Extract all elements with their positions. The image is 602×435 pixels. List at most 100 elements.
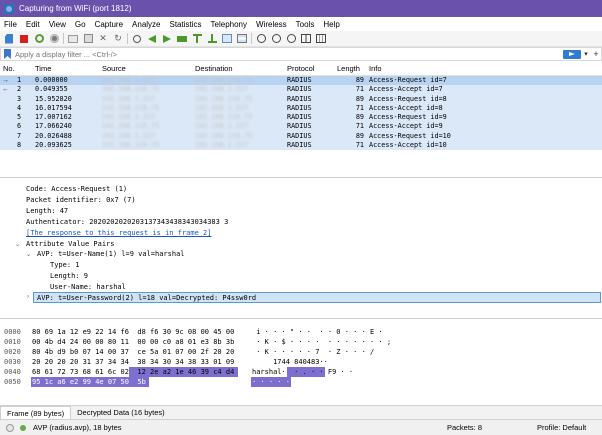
detail-authenticator[interactable]: Authenticator: 2020202020203137343438343…	[26, 217, 228, 227]
status-profile[interactable]: Profile: Default	[537, 420, 586, 435]
tab-frame[interactable]: Frame (89 bytes)	[0, 406, 72, 419]
packet-row[interactable]: 4 16.017594 192.168.110.75 192.168.1.227 RAD…	[0, 103, 602, 114]
cell-protocol: RADIUS	[287, 113, 312, 122]
cell-length: 71	[355, 85, 364, 94]
apply-filter-icon[interactable]	[563, 49, 582, 59]
chevron-down-icon[interactable]: ⌄	[15, 241, 20, 248]
detail-length[interactable]: Length: 47	[26, 206, 68, 216]
normal-size-icon[interactable]	[285, 33, 297, 44]
menu-tools[interactable]: Tools	[296, 20, 315, 29]
detail-packet-identifier[interactable]: Packet identifier: 0x7 (7)	[26, 195, 136, 205]
colorize-icon[interactable]	[236, 33, 248, 44]
last-packet-icon[interactable]	[206, 33, 218, 44]
byte-offset: 0050	[4, 378, 21, 386]
chevron-down-icon[interactable]: ▾	[581, 50, 591, 58]
cell-info: Access-Accept id=9	[369, 122, 443, 131]
status-packets: Packets: 8	[447, 423, 483, 432]
packet-row[interactable]: 3 15.952820 192.168.1.227 192.168.110.75 RAD…	[0, 94, 602, 104]
cell-length: 89	[355, 131, 364, 140]
packet-row[interactable]: 5 17.007162 192.168.1.227 192.168.110.75 RAD…	[0, 113, 602, 123]
byte-ascii[interactable]: i · · · " · · · · 0 · · · E ·	[252, 327, 382, 337]
detail-avp-password[interactable]: AVP: t=User-Password(2) l=18 val=Decrypt…	[37, 293, 256, 303]
detail-code[interactable]: Code: Access-Request (1)	[26, 184, 127, 194]
go-forward-icon[interactable]	[161, 33, 173, 44]
cell-time: 17.066240	[35, 122, 72, 131]
packet-row[interactable]: → 1 0.000000 192.168.1.227 192.168.110.75 RAD…	[0, 76, 602, 86]
detail-username[interactable]: User-Name: harshal	[50, 282, 126, 292]
byte-hex[interactable]: 80 4b d9 b0 07 14 00 37 ce 5a 01 07 00 2…	[32, 347, 234, 357]
menu-file[interactable]: File	[4, 20, 17, 29]
chevron-right-icon[interactable]: ›	[27, 294, 29, 300]
cell-source: 192.168.110.75	[102, 141, 160, 150]
cell-no: 4	[17, 103, 22, 112]
byte-ascii[interactable]: · · · · · N · P [	[252, 377, 328, 387]
column-header-source[interactable]: Source	[102, 62, 126, 76]
expert-info-icon[interactable]	[6, 424, 14, 432]
column-header-length[interactable]: Length	[337, 62, 360, 76]
resize-columns-icon[interactable]	[300, 33, 312, 44]
chevron-down-icon[interactable]: ⌄	[26, 251, 31, 258]
cell-no: 3	[17, 94, 22, 103]
menu-wireless[interactable]: Wireless	[256, 20, 287, 29]
menu-statistics[interactable]: Statistics	[170, 20, 202, 29]
column-header-destination[interactable]: Destination	[195, 62, 233, 76]
detail-avp-header[interactable]: Attribute Value Pairs	[26, 239, 115, 249]
close-file-icon[interactable]: ✕	[97, 33, 109, 44]
cell-time: 0.049355	[35, 85, 68, 94]
column-header-protocol[interactable]: Protocol	[287, 62, 315, 76]
start-capture-icon[interactable]	[3, 33, 15, 44]
byte-ascii[interactable]: 1744 840483··	[252, 357, 328, 367]
find-packet-icon[interactable]	[131, 33, 143, 44]
packet-row[interactable]: 7 20.026488 192.168.1.227 192.168.110.75 RAD…	[0, 131, 602, 142]
byte-hex[interactable]: 20 20 20 20 31 37 34 34 38 34 30 34 38 3…	[32, 357, 234, 367]
first-packet-icon[interactable]	[191, 33, 203, 44]
tab-decrypted-data[interactable]: Decrypted Data (16 bytes)	[71, 406, 171, 419]
capture-status-icon[interactable]	[20, 425, 26, 431]
detail-avp-length[interactable]: Length: 9	[50, 271, 88, 281]
byte-hex[interactable]: 95 1c a6 e2 99 4e 07 50 5b	[32, 377, 146, 387]
menu-view[interactable]: View	[49, 20, 66, 29]
column-header-info[interactable]: Info	[369, 62, 382, 76]
zoom-in-icon[interactable]	[255, 33, 267, 44]
packet-row[interactable]: 8 20.093625 192.168.110.75 192.168.1.227 RAD…	[0, 141, 602, 151]
restart-capture-icon[interactable]	[33, 33, 45, 44]
auto-scroll-icon[interactable]	[221, 33, 233, 44]
menu-analyze[interactable]: Analyze	[132, 20, 160, 29]
byte-ascii[interactable]: harshal· · . · · F9 · ·	[252, 367, 353, 377]
menu-help[interactable]: Help	[323, 20, 339, 29]
menu-edit[interactable]: Edit	[26, 20, 40, 29]
column-header-no[interactable]: No.	[3, 62, 15, 76]
packet-row[interactable]: ← 2 0.049355 192.168.110.75 192.168.1.227 RAD…	[0, 85, 602, 95]
menu-telephony[interactable]: Telephony	[211, 20, 247, 29]
bookmark-icon[interactable]	[4, 49, 11, 59]
detail-avp-type[interactable]: Type: 1	[50, 260, 80, 270]
byte-ascii[interactable]: · K · · · · · 7 · Z · · · /	[252, 347, 378, 357]
packet-row[interactable]: 6 17.066240 192.168.110.75 192.168.1.227 RAD…	[0, 122, 602, 132]
selected-detail-row[interactable]: AVP: t=User-Password(2) l=18 val=Decrypt…	[33, 292, 601, 303]
column-grid-icon[interactable]	[315, 33, 327, 44]
display-filter-input[interactable]	[14, 48, 562, 60]
menu-capture[interactable]: Capture	[95, 20, 123, 29]
column-header-time[interactable]: Time	[35, 62, 51, 76]
response-frame-link[interactable]: [The response to this request is in fram…	[26, 228, 211, 238]
byte-ascii[interactable]: · K · $ · · · · · · · · · · · ;	[252, 337, 391, 347]
cell-destination: 192.168.110.75	[195, 94, 253, 103]
cell-info: Access-Accept id=8	[369, 103, 443, 112]
menu-go[interactable]: Go	[75, 20, 86, 29]
stop-capture-icon[interactable]	[18, 33, 30, 44]
reload-file-icon[interactable]: ↻	[112, 33, 124, 44]
cell-protocol: RADIUS	[287, 141, 312, 150]
add-filter-button-icon[interactable]: +	[591, 49, 601, 59]
go-back-icon[interactable]	[146, 33, 158, 44]
byte-hex[interactable]: 68 61 72 73 68 61 6c 02 12 2e a2 1e 46 3…	[32, 367, 234, 377]
open-file-icon[interactable]	[67, 33, 79, 44]
go-to-packet-icon[interactable]	[176, 33, 188, 44]
detail-avp-username[interactable]: AVP: t=User-Name(1) l=9 val=harshal	[37, 249, 185, 259]
byte-hex[interactable]: 00 4b d4 24 00 00 80 11 00 00 c0 a8 01 e…	[32, 337, 234, 347]
zoom-out-icon[interactable]	[270, 33, 282, 44]
cell-time: 16.017594	[35, 103, 72, 112]
byte-hex[interactable]: 80 69 1a 12 e9 22 14 f6 d8 f6 30 9c 08 0…	[32, 327, 234, 337]
save-file-icon[interactable]	[82, 33, 94, 44]
capture-options-icon[interactable]	[48, 33, 60, 44]
cell-length: 89	[355, 76, 364, 84]
